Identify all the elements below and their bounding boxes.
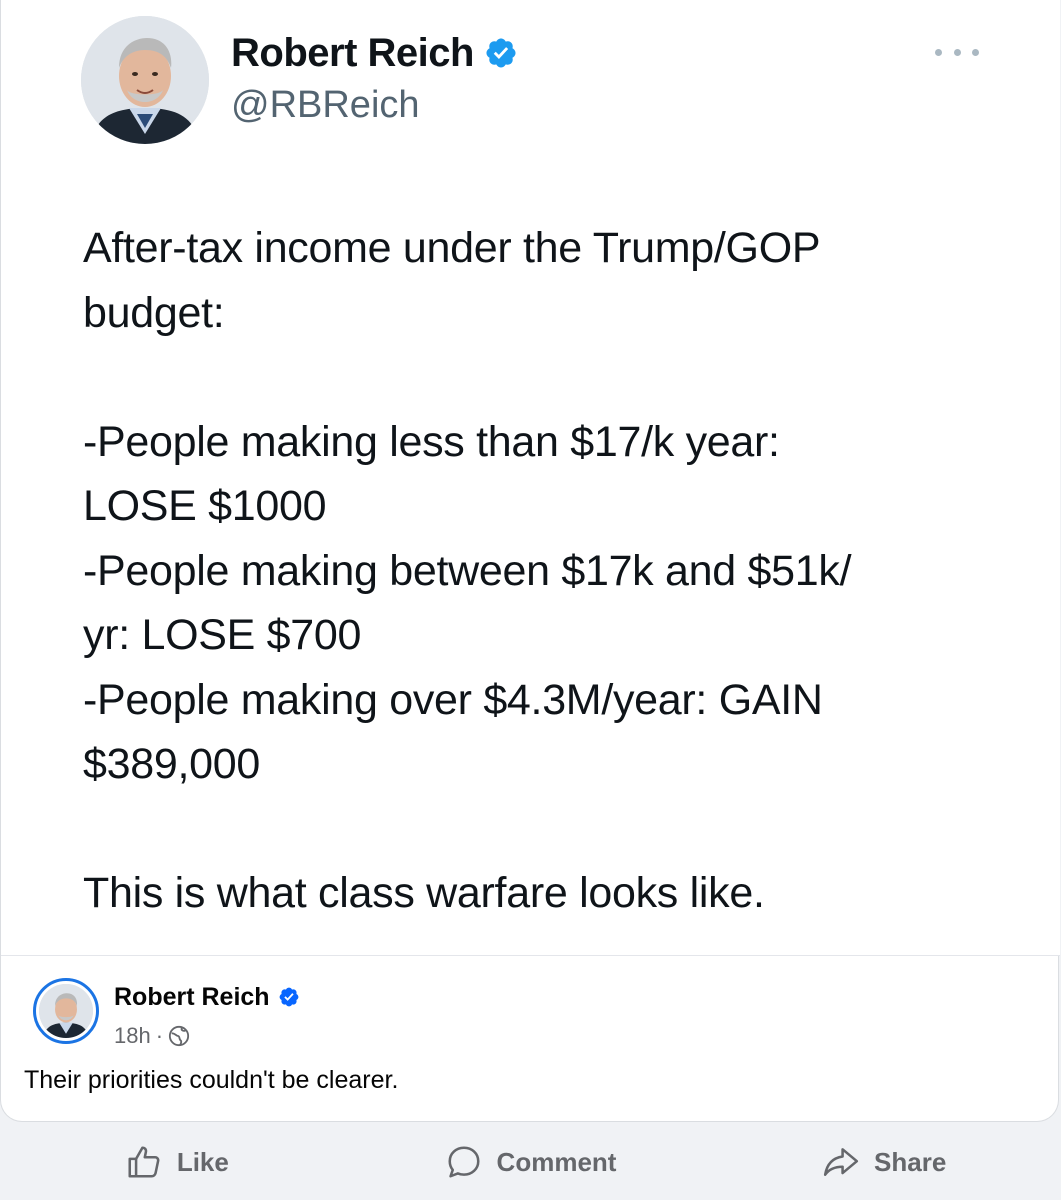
tweet-line: LOSE $1000: [83, 482, 327, 530]
globe-icon[interactable]: [168, 1025, 190, 1047]
like-button[interactable]: Like: [0, 1132, 354, 1192]
tweet-author-name[interactable]: Robert Reich: [231, 31, 474, 76]
post-card: Robert Reich @RBReich After-tax income u…: [0, 0, 1060, 1122]
tweet-avatar[interactable]: [81, 16, 209, 144]
tweet-author-row: Robert Reich: [231, 30, 518, 76]
tweet-line: -People making less than $17/k year:: [83, 417, 780, 466]
thumbs-up-icon: [128, 1146, 160, 1178]
post-meta: 18h ·: [114, 1022, 190, 1050]
verified-badge-icon: [279, 987, 298, 1007]
post-timestamp[interactable]: 18h: [114, 1023, 151, 1049]
tweet-line: $389,000: [83, 740, 260, 788]
share-label: Share: [874, 1146, 947, 1177]
comment-bubble-icon: [448, 1146, 480, 1178]
share-button[interactable]: Share: [707, 1132, 1061, 1192]
post-caption: Their priorities couldn't be clearer.: [24, 1066, 399, 1094]
more-options-icon[interactable]: [935, 40, 979, 64]
comment-label: Comment: [496, 1146, 617, 1177]
comment-button[interactable]: Comment: [354, 1132, 708, 1192]
tweet-line: -People making between $17k and $51k/: [83, 546, 852, 595]
post-author-row: Robert Reich: [114, 982, 300, 1012]
like-label: Like: [176, 1146, 229, 1177]
tweet-text: After-tax income under the Trump/GOP bud…: [83, 216, 983, 926]
tweet-handle[interactable]: @RBReich: [231, 84, 420, 127]
meta-separator: ·: [155, 1023, 164, 1048]
tweet-line-gap: [83, 345, 983, 410]
post-action-bar: Like Comment Share: [0, 1132, 1061, 1192]
post-author-name[interactable]: Robert Reich: [114, 983, 270, 1012]
tweet-line: -People making over $4.3M/year: GAIN: [83, 675, 823, 724]
tweet-line: yr: LOSE $700: [83, 611, 362, 659]
tweet-line: After-tax income under the Trump/GOP: [83, 224, 821, 272]
tweet-line: budget:: [83, 288, 225, 337]
tweet-line-gap: [83, 797, 983, 862]
post-author-avatar[interactable]: [33, 978, 99, 1044]
share-arrow-icon: [823, 1148, 859, 1176]
embedded-tweet[interactable]: Robert Reich @RBReich After-tax income u…: [1, 0, 1060, 956]
verified-badge-icon: [486, 38, 516, 68]
tweet-line: This is what class warfare looks like.: [83, 869, 765, 917]
page: Robert Reich @RBReich After-tax income u…: [0, 0, 1061, 1200]
